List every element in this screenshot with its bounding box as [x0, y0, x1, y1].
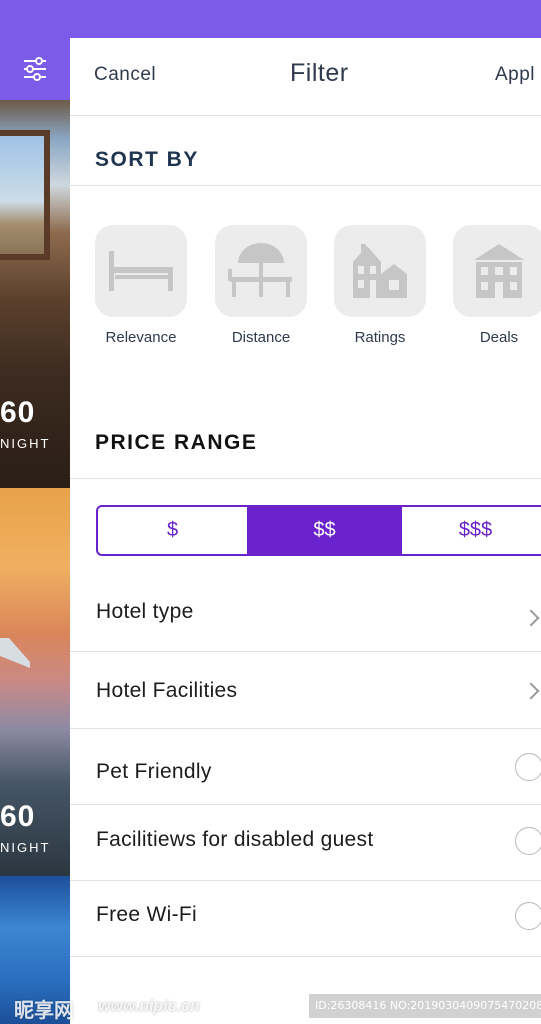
bed-icon	[109, 251, 173, 291]
price-option-medium-selected[interactable]: $$	[247, 507, 402, 554]
filter-nav-bar: Cancel Filter Appl	[70, 38, 541, 116]
row-label: Pet Friendly	[96, 760, 212, 783]
row-label: Free Wi-Fi	[96, 903, 197, 926]
sliders-icon	[24, 57, 46, 81]
hotel-card-photo[interactable]: 60 NIGHT	[0, 488, 70, 876]
sort-option-box[interactable]	[453, 225, 541, 317]
window-image	[0, 130, 50, 260]
sort-option-deals[interactable]: Deals	[453, 225, 541, 346]
hotel-card-photo[interactable]	[0, 876, 70, 1024]
building-icon	[474, 244, 524, 298]
sort-option-relevance[interactable]: Relevance	[95, 225, 187, 346]
row-hotel-facilities[interactable]: Hotel Facilities	[70, 653, 541, 729]
hotel-price-unit: NIGHT	[0, 436, 51, 451]
pet-friendly-radio[interactable]	[515, 753, 541, 781]
apply-button[interactable]: Appl	[495, 64, 535, 86]
row-pet-friendly[interactable]: Pet Friendly	[70, 729, 541, 805]
free-wifi-radio[interactable]	[515, 902, 541, 930]
sort-option-box[interactable]	[334, 225, 426, 317]
divider	[70, 185, 541, 186]
hotel-price: 60	[0, 800, 36, 833]
price-range-heading: PRICE RANGE	[95, 431, 258, 454]
sort-option-label: Relevance	[105, 329, 177, 346]
canopy-image	[0, 638, 30, 668]
filter-panel: Cancel Filter Appl SORT BY Relevance Dis…	[70, 38, 541, 1024]
disabled-facilities-radio[interactable]	[515, 827, 541, 855]
row-label: Hotel type	[96, 600, 194, 623]
sort-option-label: Distance	[231, 329, 291, 346]
chevron-right-icon	[522, 609, 540, 627]
filter-toggle-button[interactable]	[0, 38, 70, 100]
sort-by-heading: SORT BY	[95, 148, 199, 171]
page-title: Filter	[290, 59, 349, 87]
sort-option-ratings[interactable]: Ratings	[334, 225, 426, 346]
sort-option-label: Deals	[479, 329, 519, 346]
house-icon	[353, 244, 407, 298]
hotel-list-background: 60 NIGHT 60 NIGHT	[0, 38, 70, 1024]
cancel-button[interactable]: Cancel	[94, 64, 156, 86]
row-disabled-facilities[interactable]: Facilitiews for disabled guest	[70, 805, 541, 881]
beach-umbrella-icon	[228, 243, 292, 297]
price-option-high[interactable]: $$$	[402, 507, 541, 554]
row-hotel-type[interactable]: Hotel type	[70, 576, 541, 652]
chevron-right-icon	[522, 682, 540, 700]
divider	[70, 478, 541, 479]
sort-option-label: Ratings	[354, 329, 406, 346]
price-range-segmented-control: $ $$ $$$	[96, 505, 541, 556]
sort-option-box[interactable]	[95, 225, 187, 317]
row-label: Facilitiews for disabled guest	[96, 828, 374, 851]
hotel-price: 60	[0, 396, 36, 429]
row-label: Hotel Facilities	[96, 679, 238, 702]
hotel-card-photo[interactable]: 60 NIGHT	[0, 100, 70, 488]
row-free-wifi[interactable]: Free Wi-Fi	[70, 881, 541, 957]
sort-option-distance[interactable]: Distance	[215, 225, 307, 346]
sort-option-box[interactable]	[215, 225, 307, 317]
hotel-price-unit: NIGHT	[0, 840, 51, 855]
price-option-low[interactable]: $	[98, 507, 247, 554]
status-bar	[0, 0, 541, 38]
